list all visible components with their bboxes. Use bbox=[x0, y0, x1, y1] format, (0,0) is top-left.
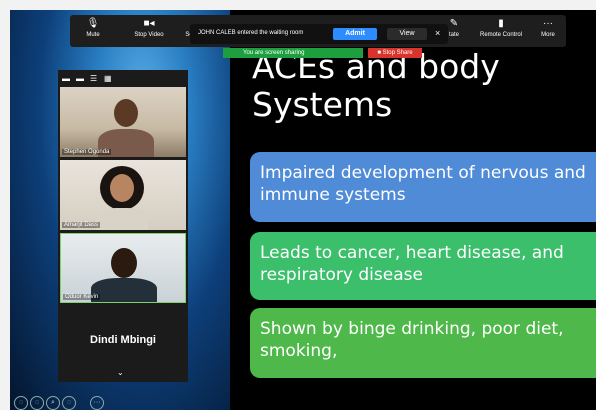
more-icon: ··· bbox=[543, 18, 553, 29]
remote-control-button[interactable]: ▮ Remote Control bbox=[474, 18, 528, 38]
more-icon[interactable]: ··· bbox=[90, 396, 104, 410]
sharing-status: You are screen sharing bbox=[223, 48, 363, 58]
active-speaker-name: Dindi Mbingi bbox=[90, 334, 156, 346]
remote-control-icon: ▮ bbox=[498, 18, 504, 29]
stop-share-button[interactable]: ■ Stop Share bbox=[368, 48, 422, 58]
annotate-icon: ✎ bbox=[449, 18, 459, 29]
slide-bullet-1: Impaired development of nervous and immu… bbox=[250, 152, 596, 222]
sharing-status-text: You are screen sharing bbox=[243, 50, 305, 56]
admit-button[interactable]: Admit bbox=[333, 28, 377, 40]
chevron-down-icon[interactable]: ⌄ bbox=[117, 368, 124, 377]
view-button[interactable]: View bbox=[387, 28, 427, 40]
slide-bullet-3: Shown by binge drinking, poor diet, smok… bbox=[250, 308, 596, 378]
grid-view-icon[interactable]: ▦ bbox=[104, 74, 112, 83]
microphone-icon: 🎙 bbox=[86, 18, 100, 29]
video-camera-icon: ■◂ bbox=[143, 18, 155, 29]
slide-title: ACEs and body Systems bbox=[252, 47, 500, 124]
video-tile-active[interactable]: Oduor Kevin bbox=[60, 233, 186, 303]
more-button[interactable]: ··· More bbox=[538, 18, 558, 38]
stop-video-button[interactable]: ■◂ Stop Video bbox=[126, 18, 172, 38]
screen: ACEs and body Systems Impaired developme… bbox=[10, 10, 596, 410]
presentation-slide: ACEs and body Systems Impaired developme… bbox=[230, 10, 596, 410]
participant-gallery: ▬ ▬ ☰ ▦ Stephen Ogonda Amarjit Dass Oduo… bbox=[58, 70, 188, 382]
search-icon[interactable]: ⌕ bbox=[46, 396, 60, 410]
participant-video bbox=[114, 99, 138, 127]
mute-button[interactable]: 🎙 Mute bbox=[80, 18, 106, 38]
notification-text: JOHN CALEB entered the waiting room bbox=[198, 30, 304, 36]
annotate-button[interactable]: ✎ tate bbox=[446, 18, 462, 38]
tray-icon[interactable]: ◌ bbox=[62, 396, 76, 410]
tray-icon[interactable]: ◌ bbox=[14, 396, 28, 410]
close-icon[interactable]: × bbox=[435, 28, 440, 38]
slide-bullet-2: Leads to cancer, heart disease, and resp… bbox=[250, 232, 596, 300]
video-tile[interactable]: Stephen Ogonda bbox=[60, 87, 186, 157]
tray-icon[interactable]: ◌ bbox=[30, 396, 44, 410]
participant-name: Stephen Ogonda bbox=[62, 149, 112, 155]
participant-name: Amarjit Dass bbox=[62, 222, 101, 228]
gallery-controls: ▬ ▬ ☰ ▦ bbox=[58, 70, 188, 86]
screen-share-bar: You are screen sharing ■ Stop Share bbox=[223, 48, 422, 58]
speaker-view-icon[interactable]: ▬ bbox=[76, 74, 84, 83]
active-speaker-tile[interactable]: Dindi Mbingi bbox=[60, 306, 186, 376]
minimize-icon[interactable]: ▬ bbox=[62, 74, 70, 83]
waiting-room-notification: JOHN CALEB entered the waiting room Admi… bbox=[190, 24, 448, 44]
video-tile[interactable]: Amarjit Dass bbox=[60, 160, 186, 230]
participant-name: Oduor Kevin bbox=[63, 294, 101, 300]
gallery-strip-icon[interactable]: ☰ bbox=[90, 74, 97, 83]
participant-video bbox=[111, 248, 137, 278]
